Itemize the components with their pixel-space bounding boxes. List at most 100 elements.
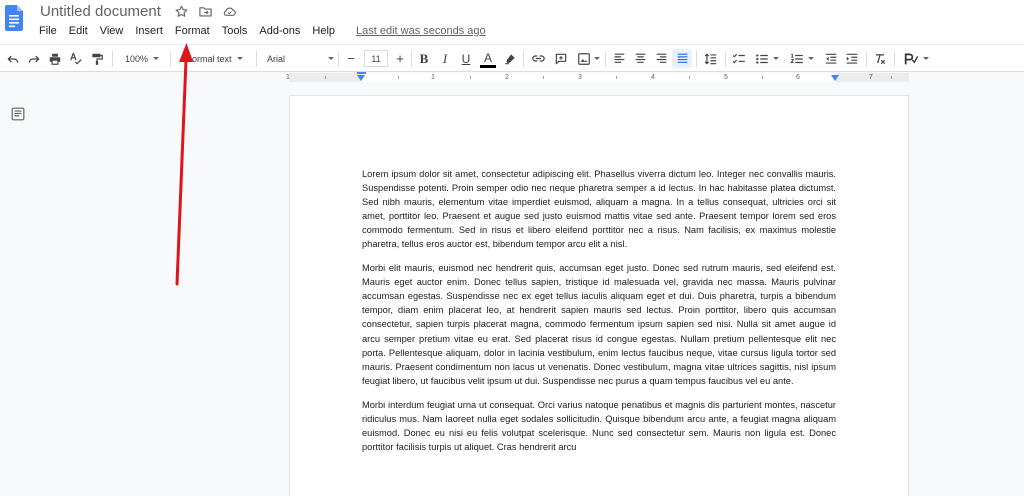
font-select[interactable]: Arial	[262, 45, 336, 72]
italic-button[interactable]: I	[436, 45, 454, 72]
image-icon	[577, 52, 590, 65]
text-color-button[interactable]: A	[478, 45, 498, 72]
comment-button[interactable]	[551, 45, 571, 72]
spellcheck-button[interactable]	[67, 45, 85, 72]
paragraph[interactable]: Lorem ipsum dolor sit amet, consectetur …	[362, 167, 836, 251]
menu-help[interactable]: Help	[306, 22, 341, 40]
align-center-button[interactable]	[630, 45, 650, 72]
redo-icon	[28, 55, 40, 63]
paragraph-style-value: Normal text	[185, 53, 232, 64]
zoom-select[interactable]: 100%	[118, 45, 166, 72]
underline-button[interactable]: U	[457, 45, 475, 72]
ruler-tick	[762, 76, 763, 79]
align-right-icon	[656, 53, 666, 63]
align-right-button[interactable]	[651, 45, 671, 72]
line-spacing-button[interactable]	[701, 45, 721, 72]
chevron-down-icon	[923, 57, 929, 60]
increase-indent-button[interactable]	[842, 45, 862, 72]
checklist-icon	[732, 53, 745, 63]
right-indent-marker[interactable]	[831, 75, 839, 81]
menu-view[interactable]: View	[94, 22, 130, 40]
ruler-tick	[325, 76, 326, 79]
comment-icon	[555, 53, 567, 64]
chevron-down-icon	[153, 57, 160, 60]
chevron-down-icon	[773, 57, 779, 60]
toolbar-separator	[112, 51, 113, 67]
increase-font-size-button[interactable]: +	[391, 45, 409, 72]
align-left-icon	[614, 53, 624, 63]
paragraph-style-select[interactable]: Normal text	[176, 45, 252, 72]
toolbar-separator	[523, 51, 524, 67]
link-icon	[531, 55, 545, 62]
checklist-button[interactable]	[729, 45, 749, 72]
numbered-list-icon	[790, 53, 803, 63]
cloud-saved-icon[interactable]	[222, 4, 237, 19]
menu-edit[interactable]: Edit	[63, 22, 94, 40]
ruler-number: 2	[505, 74, 509, 81]
outline-icon[interactable]	[11, 107, 25, 121]
document-body[interactable]: Lorem ipsum dolor sit amet, consectetur …	[362, 167, 836, 464]
toolbar-separator	[894, 51, 895, 67]
document-title[interactable]: Untitled document	[40, 2, 161, 22]
line-spacing-icon	[704, 53, 717, 64]
chevron-down-icon	[328, 57, 334, 60]
ruler-number: 1	[431, 74, 435, 81]
document-page[interactable]: Lorem ipsum dolor sit amet, consectetur …	[289, 95, 909, 496]
print-button[interactable]	[46, 45, 64, 72]
paint-format-button[interactable]	[88, 45, 106, 72]
menu-file[interactable]: File	[33, 22, 63, 40]
first-line-indent-marker[interactable]	[357, 72, 366, 74]
toolbar-separator	[338, 51, 339, 67]
toolbar-separator	[411, 51, 412, 67]
undo-icon	[7, 55, 19, 63]
ruler-number: 6	[796, 74, 800, 81]
bold-icon: B	[419, 50, 429, 66]
editing-mode-icon	[904, 52, 919, 64]
font-size-input[interactable]: 11	[363, 45, 389, 72]
paragraph[interactable]: Morbi interdum feugiat urna ut consequat…	[362, 398, 836, 454]
insert-image-button[interactable]	[574, 45, 602, 72]
star-icon[interactable]	[174, 4, 189, 19]
menu-addons[interactable]: Add-ons	[253, 22, 306, 40]
last-edit-link[interactable]: Last edit was seconds ago	[356, 22, 486, 40]
toolbar-separator	[170, 51, 171, 67]
docs-window: Untitled document File Edit View Insert …	[0, 0, 1024, 496]
ruler-track[interactable]	[289, 73, 909, 82]
clear-formatting-button[interactable]	[870, 45, 890, 72]
chevron-down-icon	[808, 57, 814, 60]
ruler-tick	[470, 76, 471, 79]
menu-format[interactable]: Format	[169, 22, 216, 40]
ruler-number: 1	[286, 74, 290, 81]
left-indent-marker[interactable]	[357, 75, 365, 81]
link-button[interactable]	[528, 45, 548, 72]
align-left-button[interactable]	[609, 45, 629, 72]
toolbar-separator	[866, 51, 867, 67]
docs-logo[interactable]	[5, 5, 23, 31]
menu-tools[interactable]: Tools	[216, 22, 254, 40]
zoom-value: 100%	[124, 53, 149, 64]
chevron-down-icon	[236, 57, 243, 60]
bold-button[interactable]: B	[415, 45, 433, 72]
ruler-tick	[398, 76, 399, 79]
highlight-button[interactable]	[501, 45, 519, 72]
highlight-icon	[505, 53, 515, 64]
underline-icon: U	[461, 51, 471, 66]
undo-button[interactable]	[4, 45, 22, 72]
bulleted-list-button[interactable]	[752, 45, 782, 72]
menu-bar: File Edit View Insert Format Tools Add-o…	[33, 22, 486, 40]
menu-insert[interactable]: Insert	[129, 22, 169, 40]
font-size-value: 11	[364, 50, 388, 67]
decrease-font-size-button[interactable]: −	[342, 45, 360, 72]
editing-mode-button[interactable]	[899, 45, 933, 72]
ruler-number: 5	[724, 74, 728, 81]
toolbar-separator	[725, 51, 726, 67]
italic-icon: I	[442, 50, 448, 66]
redo-button[interactable]	[25, 45, 43, 72]
numbered-list-button[interactable]	[786, 45, 818, 72]
header: Untitled document File Edit View Insert …	[0, 0, 1024, 44]
move-folder-icon[interactable]	[198, 4, 213, 19]
plus-icon: +	[396, 51, 404, 66]
align-justify-button[interactable]	[672, 49, 692, 68]
paragraph[interactable]: Morbi elit mauris, euismod nec hendrerit…	[362, 261, 836, 387]
decrease-indent-button[interactable]	[821, 45, 841, 72]
